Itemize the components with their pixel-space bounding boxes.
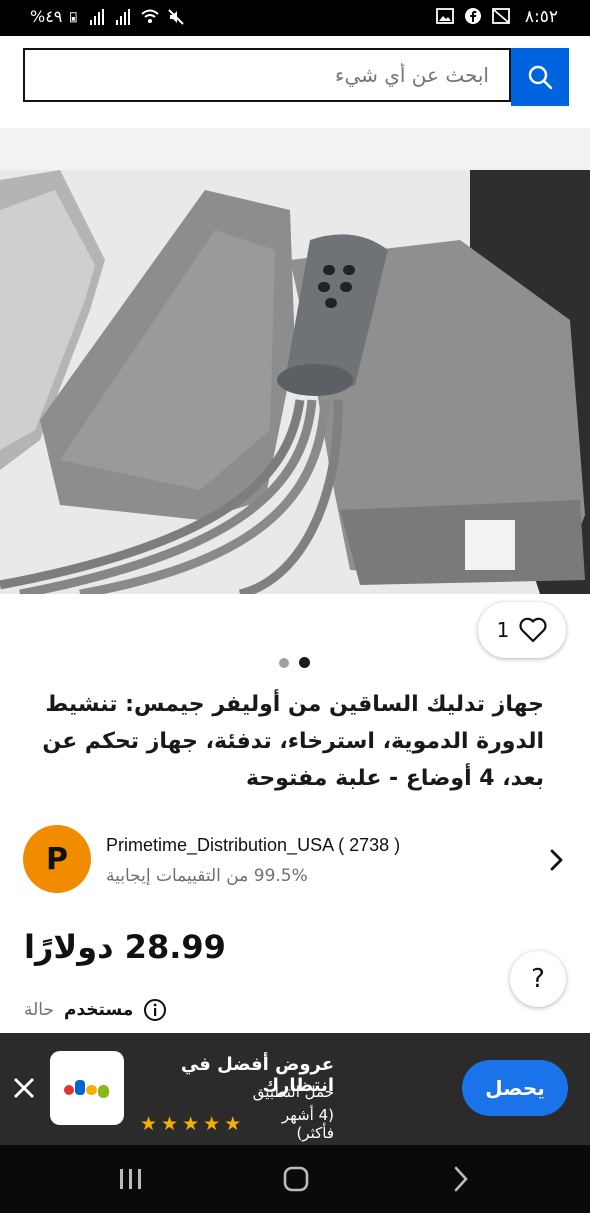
search-input[interactable] [23, 48, 511, 102]
condition-value: مستخدم [63, 1000, 134, 1020]
ebay-logo-mark [64, 1080, 109, 1098]
banner-rating: ★ ★ ★ ★ ★ (4 أشهر فأكثر) [140, 1106, 334, 1142]
signal-icon [90, 8, 105, 25]
carousel-dot-2[interactable] [299, 657, 310, 668]
help-button[interactable]: ? [510, 951, 566, 1007]
star-icon: ★ [161, 1112, 179, 1135]
gallery-icon [436, 8, 454, 24]
star-icon: ★ [140, 1112, 158, 1135]
seller-avatar[interactable]: P [23, 825, 91, 893]
price: 28.99 دولارًا [24, 928, 226, 966]
seller-name[interactable]: Primetime_Distribution_USA ( 2738 ) [106, 835, 400, 856]
battery-icon [70, 11, 77, 22]
search-icon [528, 65, 553, 90]
info-icon[interactable] [143, 998, 167, 1022]
carousel-dot-1[interactable] [279, 658, 289, 668]
spacer-band [0, 128, 590, 170]
recent-apps-icon[interactable] [118, 1167, 144, 1191]
home-icon[interactable] [282, 1165, 310, 1193]
wifi-icon [141, 9, 160, 23]
seller-chevron[interactable] [548, 848, 566, 876]
banner-close-button[interactable] [12, 1075, 36, 1101]
ebay-logo [50, 1051, 124, 1125]
banner-subtitle: حمل التطبيق [252, 1083, 334, 1101]
chevron-right-icon [550, 849, 563, 871]
status-left: %٤٩ [30, 7, 185, 26]
watch-button[interactable]: 1 [478, 602, 566, 658]
seller-feedback: 99.5% من التقييمات إيجابية [106, 866, 308, 886]
star-icon: ★ [224, 1112, 242, 1135]
status-notification-icons [436, 7, 510, 25]
get-app-button[interactable]: يحصل [462, 1060, 568, 1116]
search-bar [23, 48, 569, 106]
watch-count: 1 [496, 618, 510, 642]
search-button[interactable] [511, 48, 569, 106]
status-bar: %٤٩ ٨:٥٢ [0, 0, 590, 36]
clock: ٨:٥٢ [524, 7, 558, 27]
system-nav-bar [0, 1145, 590, 1213]
back-icon[interactable] [452, 1165, 470, 1193]
banner-rating-text: (4 أشهر فأكثر) [281, 1106, 334, 1142]
no-image-icon [492, 8, 510, 24]
facebook-icon [465, 8, 481, 24]
star-icon: ★ [182, 1112, 200, 1135]
product-photo [0, 170, 590, 594]
star-icon: ★ [203, 1112, 221, 1135]
product-title: جهاز تدليك الساقين من أوليفر جيمس: تنشيط… [42, 692, 544, 791]
close-icon [14, 1078, 34, 1098]
condition-row: مستخدم حالة [24, 998, 167, 1022]
product-image[interactable] [0, 170, 590, 594]
battery-text: %٤٩ [30, 7, 63, 26]
condition-label: حالة [24, 1000, 54, 1020]
heart-icon [519, 617, 547, 643]
signal-icon-2 [116, 8, 131, 25]
mute-icon [168, 8, 185, 25]
